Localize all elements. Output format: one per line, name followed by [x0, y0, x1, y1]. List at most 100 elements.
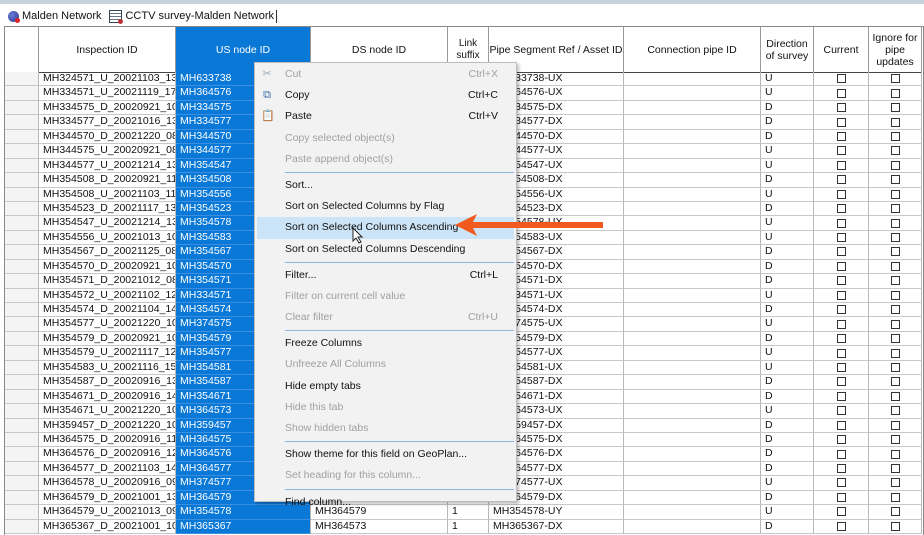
menu-item-copy[interactable]: ⧉ Copy Ctrl+C: [255, 85, 516, 106]
cell-inspection-id[interactable]: MH354574_D_20021104_1425: [39, 303, 176, 318]
cell-conn[interactable]: [624, 274, 761, 289]
cell-direction[interactable]: U: [761, 317, 814, 332]
tab-cctv-survey[interactable]: CCTV survey-Malden Network: [107, 9, 278, 24]
ignore-checkbox[interactable]: [890, 276, 900, 286]
cell-direction[interactable]: D: [761, 129, 814, 145]
cell-direction[interactable]: D: [761, 201, 814, 217]
ignore-checkbox[interactable]: [890, 435, 900, 445]
cell-direction[interactable]: U: [761, 230, 814, 246]
menu-item-set-heading-for-this-column[interactable]: Set heading for this column...: [255, 465, 516, 486]
ignore-checkbox[interactable]: [890, 391, 900, 401]
ignore-checkbox[interactable]: [890, 103, 900, 113]
current-checkbox[interactable]: [836, 146, 846, 156]
cell-direction[interactable]: D: [761, 418, 814, 433]
cell-conn[interactable]: [624, 216, 761, 231]
column-header[interactable]: Direction of survey: [761, 27, 814, 72]
row-selector[interactable]: [5, 447, 39, 462]
cell-conn[interactable]: [624, 375, 761, 390]
row-selector[interactable]: [5, 129, 39, 145]
row-selector[interactable]: [5, 115, 39, 130]
cell-direction[interactable]: U: [761, 404, 814, 419]
ignore-checkbox[interactable]: [890, 175, 900, 185]
row-selector[interactable]: [5, 505, 39, 520]
ignore-checkbox[interactable]: [890, 233, 900, 243]
cell-inspection-id[interactable]: MH364579_U_20021013_0910: [39, 505, 176, 520]
current-checkbox[interactable]: [836, 117, 846, 127]
ignore-checkbox[interactable]: [890, 160, 900, 170]
ignore-checkbox[interactable]: [890, 218, 900, 228]
cell-conn[interactable]: [624, 144, 761, 159]
cell-direction[interactable]: D: [761, 274, 814, 289]
menu-item-copy-selected-object-s[interactable]: Copy selected object(s): [255, 128, 516, 149]
row-selector[interactable]: [5, 100, 39, 116]
cell-inspection-id[interactable]: MH364577_D_20021103_1415: [39, 461, 176, 477]
cell-conn[interactable]: [624, 447, 761, 462]
cell-inspection-id[interactable]: MH354508_U_20021103_1100: [39, 187, 176, 202]
cell-direction[interactable]: D: [761, 115, 814, 130]
cell-conn[interactable]: [624, 476, 761, 491]
menu-item-clear-filter[interactable]: Clear filter Ctrl+U: [255, 307, 516, 328]
cell-conn[interactable]: [624, 259, 761, 275]
current-checkbox[interactable]: [836, 420, 846, 430]
cell-direction[interactable]: D: [761, 331, 814, 347]
menu-item-paste[interactable]: 📋 Paste Ctrl+V: [255, 106, 516, 127]
cell-pipe-ref[interactable]: MH365367-DX: [489, 519, 624, 534]
cell-inspection-id[interactable]: MH354579_D_20020921_1010: [39, 331, 176, 347]
row-selector[interactable]: [5, 490, 39, 506]
cell-conn[interactable]: [624, 404, 761, 419]
cell-inspection-id[interactable]: MH354587_D_20020916_1350: [39, 375, 176, 390]
menu-item-sort-on-selected-columns-descending[interactable]: Sort on Selected Columns Descending: [255, 239, 516, 260]
cell-direction[interactable]: D: [761, 245, 814, 260]
row-selector[interactable]: [5, 173, 39, 188]
cell-conn[interactable]: [624, 303, 761, 318]
cell-conn[interactable]: [624, 245, 761, 260]
row-selector[interactable]: [5, 86, 39, 101]
current-checkbox[interactable]: [836, 218, 846, 228]
cell-inspection-id[interactable]: MH364575_D_20020916_1155: [39, 432, 176, 448]
tab-malden-network[interactable]: Malden Network: [6, 10, 103, 23]
cell-conn[interactable]: [624, 505, 761, 520]
current-checkbox[interactable]: [836, 391, 846, 401]
cell-direction[interactable]: D: [761, 375, 814, 390]
current-checkbox[interactable]: [836, 160, 846, 170]
ignore-checkbox[interactable]: [890, 464, 900, 474]
cell-inspection-id[interactable]: MH354671_D_20020916_1410: [39, 389, 176, 405]
ignore-checkbox[interactable]: [890, 88, 900, 98]
cell-inspection-id[interactable]: MH334577_D_20021016_1320: [39, 115, 176, 130]
cell-inspection-id[interactable]: MH354508_D_20020921_1145: [39, 173, 176, 188]
current-checkbox[interactable]: [836, 175, 846, 185]
cell-inspection-id[interactable]: MH344570_D_20021220_0820: [39, 129, 176, 145]
cell-direction[interactable]: D: [761, 259, 814, 275]
ignore-checkbox[interactable]: [890, 420, 900, 430]
cell-inspection-id[interactable]: MH359457_D_20021220_1010: [39, 418, 176, 433]
ignore-checkbox[interactable]: [890, 305, 900, 315]
cell-inspection-id[interactable]: MH364578_U_20020916_0935: [39, 476, 176, 491]
cell-direction[interactable]: U: [761, 158, 814, 174]
column-header[interactable]: Connection pipe ID: [624, 27, 761, 72]
cell-direction[interactable]: U: [761, 476, 814, 491]
cell-direction[interactable]: U: [761, 72, 814, 87]
current-checkbox[interactable]: [836, 406, 846, 416]
ignore-checkbox[interactable]: [890, 117, 900, 127]
current-checkbox[interactable]: [836, 88, 846, 98]
row-selector[interactable]: [5, 331, 39, 347]
menu-item-freeze-columns[interactable]: Freeze Columns: [255, 333, 516, 354]
column-header[interactable]: Inspection ID: [39, 27, 176, 72]
ignore-checkbox[interactable]: [890, 348, 900, 358]
current-checkbox[interactable]: [836, 276, 846, 286]
current-checkbox[interactable]: [836, 204, 846, 214]
cell-conn[interactable]: [624, 288, 761, 303]
menu-item-show-hidden-tabs[interactable]: Show hidden tabs: [255, 418, 516, 439]
cell-direction[interactable]: U: [761, 86, 814, 101]
cell-inspection-id[interactable]: MH364579_D_20021001_1350: [39, 490, 176, 506]
current-checkbox[interactable]: [836, 261, 846, 271]
cell-direction[interactable]: D: [761, 173, 814, 188]
cell-inspection-id[interactable]: MH354577_U_20021220_1045: [39, 317, 176, 332]
row-selector[interactable]: [5, 72, 39, 87]
current-checkbox[interactable]: [836, 348, 846, 358]
ignore-checkbox[interactable]: [890, 377, 900, 387]
cell-direction[interactable]: U: [761, 505, 814, 520]
cell-direction[interactable]: U: [761, 346, 814, 361]
row-header-corner[interactable]: [5, 27, 39, 72]
menu-item-cut[interactable]: ✂ Cut Ctrl+X: [255, 64, 516, 85]
